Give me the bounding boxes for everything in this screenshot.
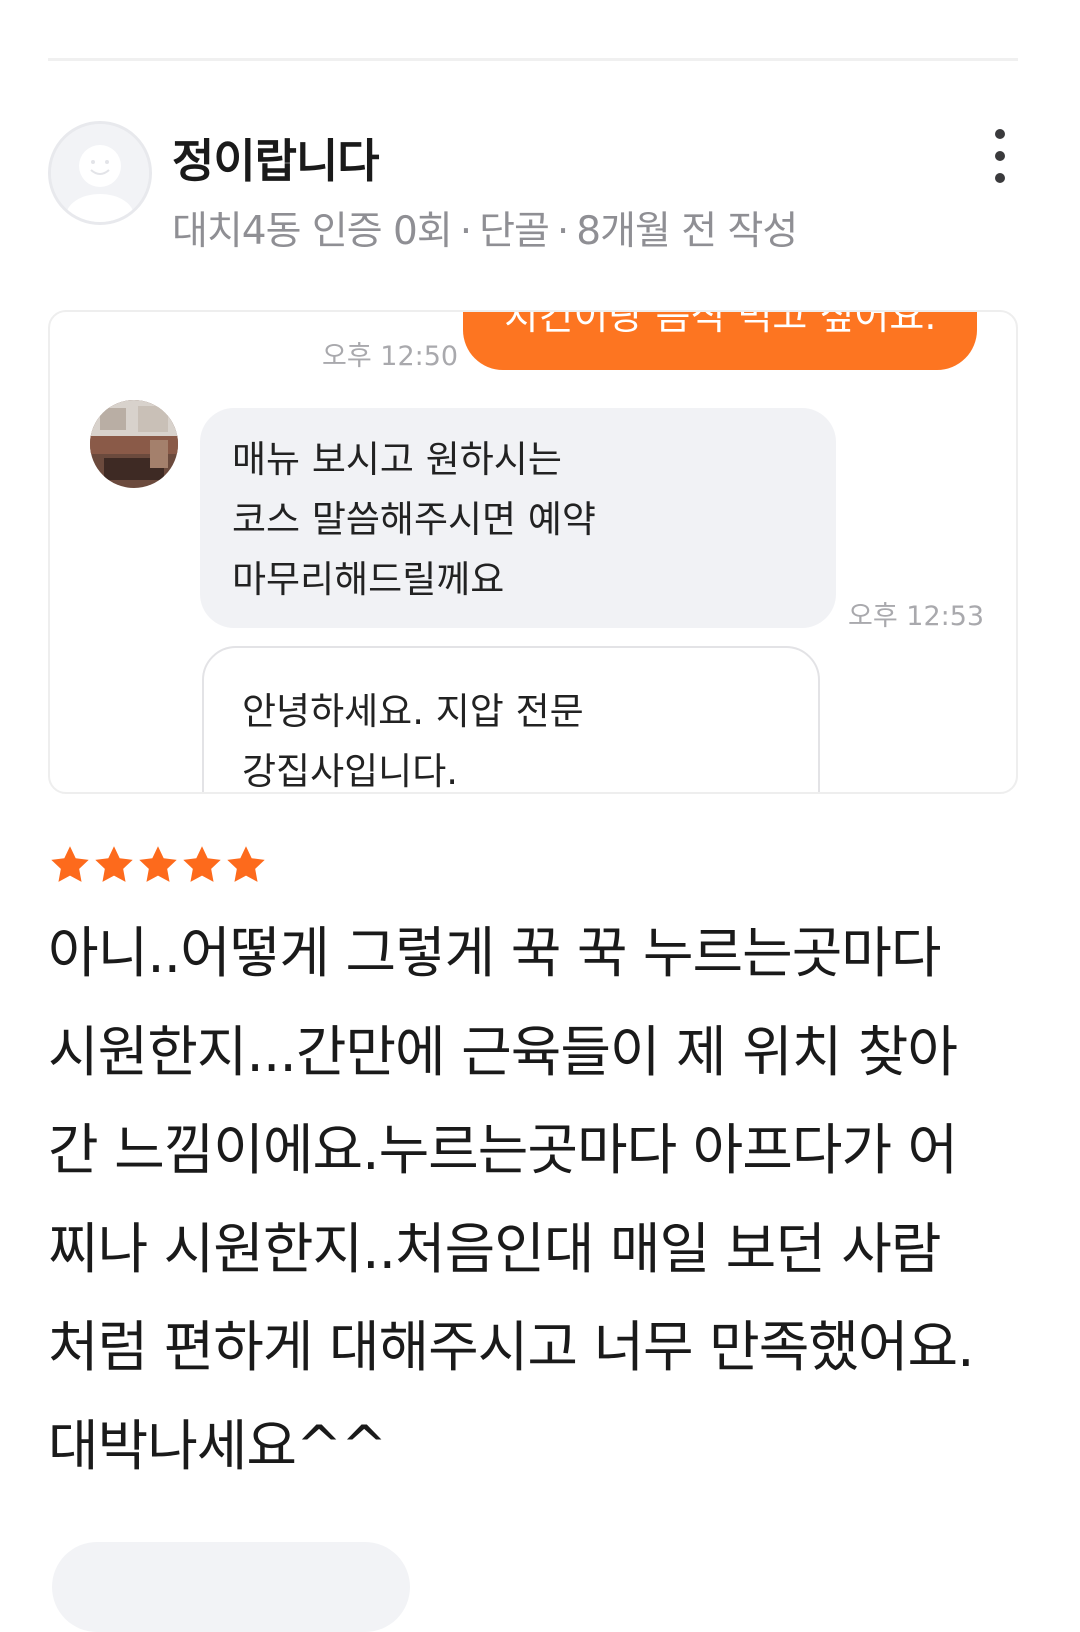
outgoing-message-bubble: 치킨이랑 음식 먹고 싶어요. [463,312,977,370]
reaction-chip[interactable] [52,1542,410,1632]
meta-separator: · [556,209,569,254]
review-text-line: 대박나세요^^ [48,1413,387,1478]
incoming-card-bubble: 안녕하세요. 지압 전문 강집사입니다. [202,646,820,793]
more-options-button[interactable] [980,128,1020,184]
review-text-line: 찌나 시원한지..처음인대 매일 보던 사람 [48,1216,942,1281]
posted-time: 8개월 전 작성 [576,209,798,254]
review-text-line: 처럼 편하게 대해주시고 너무 만족했어요. [48,1315,975,1379]
shop-avatar [90,400,178,488]
review-text: 아니..어떻게 그렇게 꾹 꾹 누르는곳마다 시원한지...간만에 근육들이 제… [48,904,1048,1495]
author-avatar[interactable] [48,121,152,225]
star-rating [48,843,268,887]
default-profile-icon [51,124,149,222]
review-text-line: 시원한지...간만에 근육들이 제 위치 찾아 [48,1019,958,1084]
author-status: 단골 [479,209,550,254]
author-location: 대치4동 인증 0회 [172,209,453,254]
star-icon [51,846,89,882]
outgoing-message-time: 오후 12:50 [322,341,459,372]
review-photo[interactable]: 치킨이랑 음식 먹고 싶어요. 오후 12:50 매뉴 보시고 원하시는 코스 … [48,310,1018,794]
more-vertical-icon [995,129,1005,183]
card-message-line: 강집사입니다. [242,750,459,793]
incoming-message-line: 마무리해드릴께요 [232,558,505,601]
star-icon [183,846,221,882]
top-divider [48,58,1018,61]
incoming-message-time: 오후 12:53 [848,601,985,632]
author-name[interactable]: 정이랍니다 [172,125,380,191]
meta-separator: · [459,209,472,254]
review-text-line: 간 느낌이에요.누르는곳마다 아프다가 어 [48,1118,958,1182]
star-icon [139,846,177,882]
incoming-message-bubble: 매뉴 보시고 원하시는 코스 말씀해주시면 예약 마무리해드릴께요 [200,408,836,628]
review-text-line: 아니..어떻게 그렇게 꾹 꾹 누르는곳마다 [48,921,942,985]
incoming-message-line: 매뉴 보시고 원하시는 [232,438,562,481]
star-icon [227,846,265,882]
author-meta: 대치4동 인증 0회 · 단골 · 8개월 전 작성 [172,200,798,256]
card-message-line: 안녕하세요. 지압 전문 [242,690,584,733]
star-icon [95,846,133,882]
incoming-message-line: 코스 말씀해주시면 예약 [232,498,596,541]
